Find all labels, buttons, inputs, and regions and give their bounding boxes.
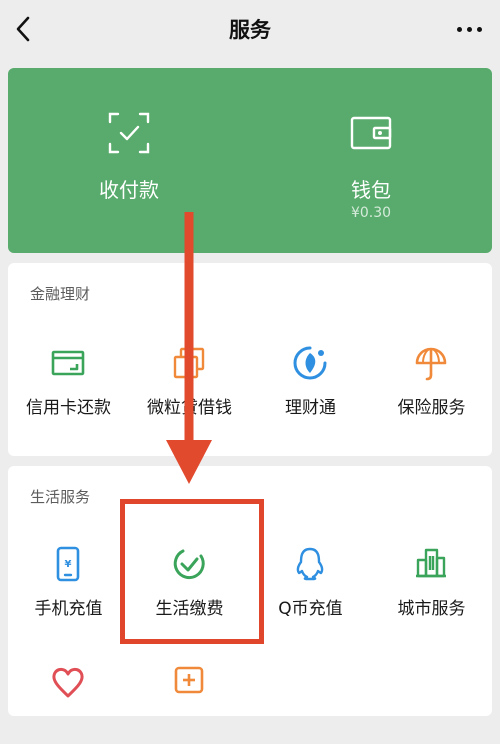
city-service-icon	[416, 548, 446, 578]
grid-label: 信用卡还款	[26, 398, 111, 418]
payment-card: 收付款 钱包 ¥0.30	[8, 68, 492, 253]
credit-card-icon	[51, 350, 85, 376]
utility-pay-button[interactable]: 生活缴费	[129, 546, 250, 626]
credit-card-repay-button[interactable]: 信用卡还款	[8, 345, 129, 425]
scan-pay-icon	[108, 112, 150, 154]
life-service-section: 生活服务 ¥ 手机充值 生活缴费 Q币充值 城市服务	[8, 466, 492, 716]
grid-label: 生活缴费	[155, 599, 224, 619]
wealth-button[interactable]: 理财通	[250, 345, 371, 425]
wallet-button[interactable]: 钱包 ¥0.30	[250, 68, 492, 253]
grid-label: Q币充值	[278, 599, 343, 619]
loan-icon	[173, 347, 205, 379]
receive-pay-button[interactable]: 收付款	[8, 68, 250, 253]
phone-recharge-button[interactable]: ¥ 手机充值	[8, 546, 129, 626]
phone-recharge-icon: ¥	[56, 546, 80, 582]
more-dots-icon	[456, 26, 462, 32]
finance-section: 金融理财 信用卡还款 微粒贷借钱 理财通 保险服务	[8, 263, 492, 456]
wallet-balance: ¥0.30	[350, 205, 392, 221]
wallet-label: 钱包	[351, 178, 391, 202]
qq-coin-icon	[296, 547, 324, 581]
wealth-icon	[293, 346, 327, 380]
health-button[interactable]	[129, 664, 250, 744]
charity-button[interactable]	[8, 664, 129, 744]
svg-text:¥: ¥	[65, 559, 72, 570]
grid-label: 理财通	[285, 398, 336, 418]
grid-label: 手机充值	[34, 599, 103, 619]
utility-pay-icon	[173, 549, 205, 580]
loan-button[interactable]: 微粒贷借钱	[129, 345, 250, 425]
insurance-icon	[415, 347, 447, 381]
qq-coin-button[interactable]: Q币充值	[250, 546, 371, 626]
page-title: 服务	[229, 18, 271, 42]
section-title-finance: 金融理财	[30, 285, 91, 303]
grid-label: 保险服务	[397, 398, 466, 418]
insurance-button[interactable]: 保险服务	[371, 345, 492, 425]
more-button[interactable]	[452, 14, 486, 44]
receive-pay-label: 收付款	[99, 178, 159, 202]
wallet-icon	[350, 116, 392, 150]
nav-bar: 服务	[0, 0, 500, 58]
section-title-life: 生活服务	[30, 488, 91, 506]
city-service-button[interactable]: 城市服务	[371, 546, 492, 626]
grid-label: 城市服务	[397, 599, 466, 619]
charity-icon	[52, 667, 84, 698]
grid-label: 微粒贷借钱	[147, 398, 232, 418]
health-icon	[174, 666, 204, 694]
